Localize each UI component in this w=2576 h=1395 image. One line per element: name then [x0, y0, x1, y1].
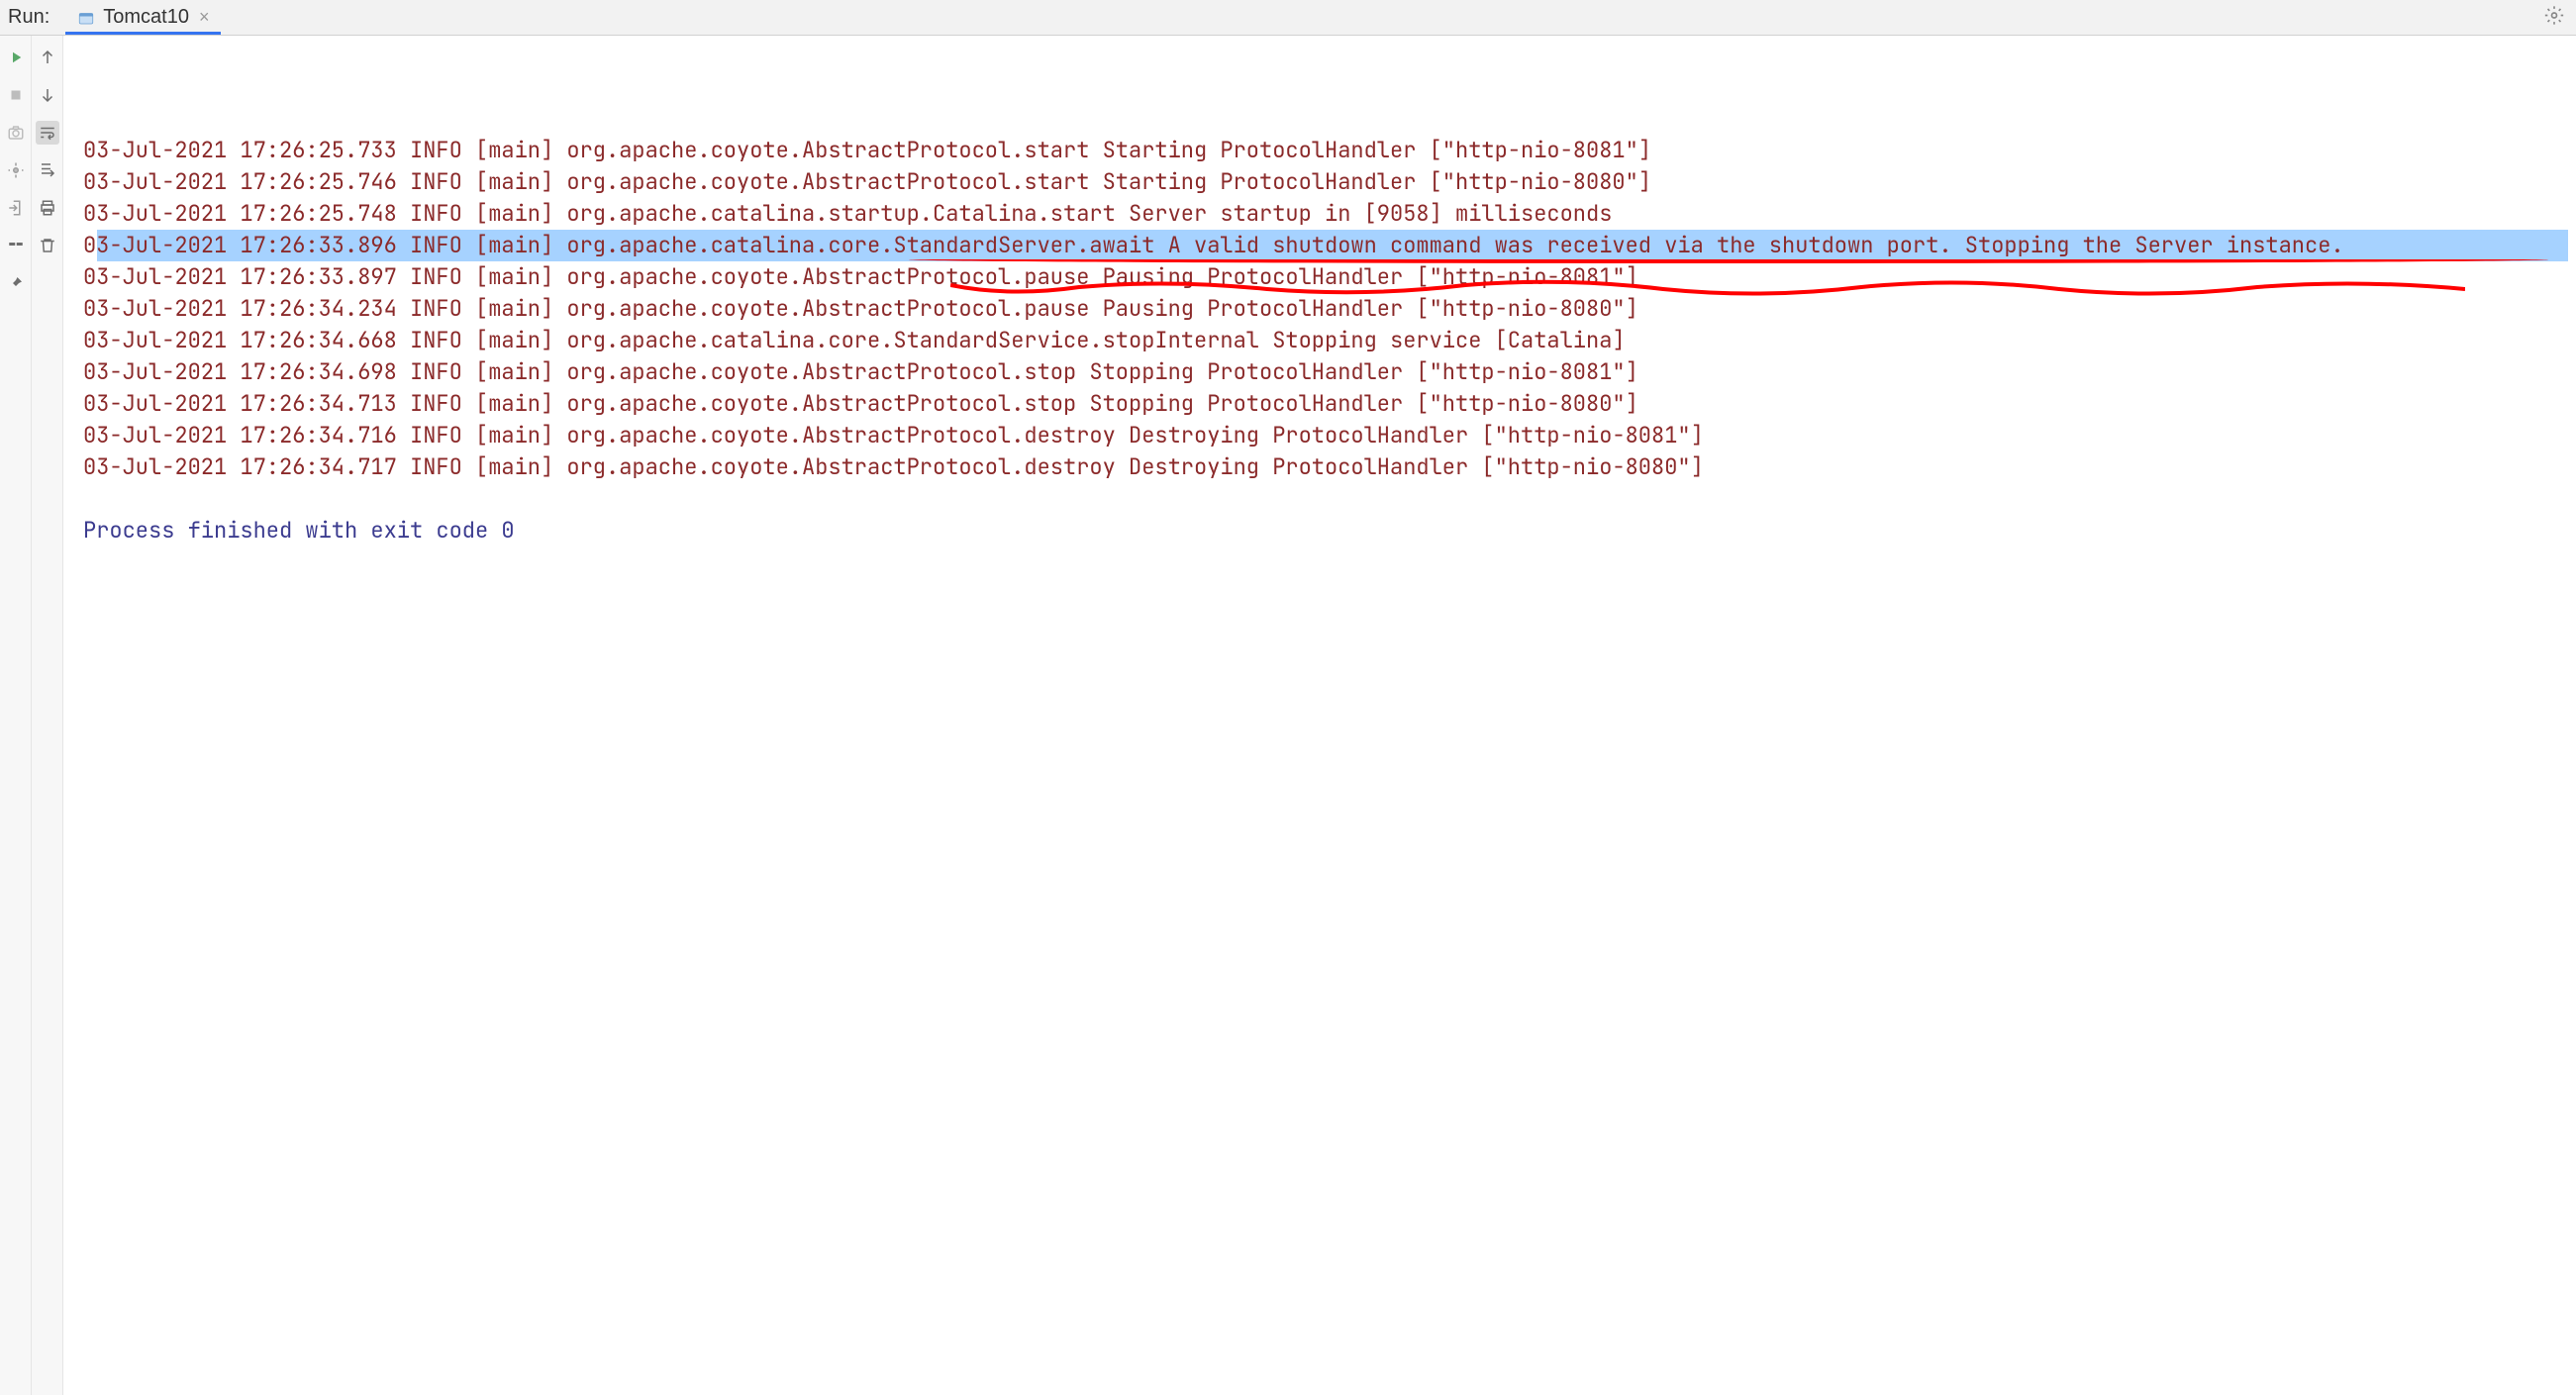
scroll-to-end-icon[interactable] — [36, 158, 59, 182]
layout-icon[interactable] — [4, 234, 28, 257]
up-arrow-icon[interactable] — [36, 46, 59, 69]
tomcat-icon — [77, 9, 95, 27]
log-line: 03-Jul-2021 17:26:34.717 INFO [main] org… — [97, 451, 2568, 483]
log-line: 03-Jul-2021 17:26:34.713 INFO [main] org… — [97, 388, 2568, 420]
gear-icon[interactable] — [2544, 5, 2564, 30]
down-arrow-icon[interactable] — [36, 83, 59, 107]
print-icon[interactable] — [36, 196, 59, 220]
main-area: 03-Jul-2021 17:26:25.733 INFO [main] org… — [0, 36, 2576, 1395]
log-line: 03-Jul-2021 17:26:25.733 INFO [main] org… — [97, 135, 2568, 166]
log-line: 03-Jul-2021 17:26:33.896 INFO [main] org… — [97, 230, 2568, 261]
log-line: 03-Jul-2021 17:26:25.748 INFO [main] org… — [97, 198, 2568, 230]
pin-icon[interactable] — [4, 271, 28, 295]
console-output[interactable]: 03-Jul-2021 17:26:25.733 INFO [main] org… — [63, 36, 2576, 1395]
tab-close-button[interactable]: × — [199, 7, 210, 28]
log-line: 03-Jul-2021 17:26:25.746 INFO [main] org… — [97, 166, 2568, 198]
tab-tomcat10[interactable]: Tomcat10 × — [65, 0, 221, 35]
trash-icon[interactable] — [36, 234, 59, 257]
log-line: 03-Jul-2021 17:26:33.897 INFO [main] org… — [97, 261, 2568, 293]
camera-icon[interactable] — [4, 121, 28, 145]
toolbar-secondary — [32, 36, 63, 1395]
debug-restart-icon[interactable] — [4, 158, 28, 182]
soft-wrap-icon[interactable] — [36, 121, 59, 145]
toolbar-primary — [0, 36, 32, 1395]
log-line: 03-Jul-2021 17:26:34.698 INFO [main] org… — [97, 356, 2568, 388]
exit-code-line: Process finished with exit code 0 — [83, 515, 2568, 547]
exit-icon[interactable] — [4, 196, 28, 220]
rerun-button[interactable] — [4, 46, 28, 69]
log-line: 03-Jul-2021 17:26:34.668 INFO [main] org… — [97, 325, 2568, 356]
log-line: 03-Jul-2021 17:26:34.716 INFO [main] org… — [97, 420, 2568, 451]
tab-label: Tomcat10 — [103, 6, 189, 29]
header-bar: Run: Tomcat10 × — [0, 0, 2576, 36]
stop-button[interactable] — [4, 83, 28, 107]
run-label: Run: — [8, 6, 50, 29]
log-line: 03-Jul-2021 17:26:34.234 INFO [main] org… — [97, 293, 2568, 325]
